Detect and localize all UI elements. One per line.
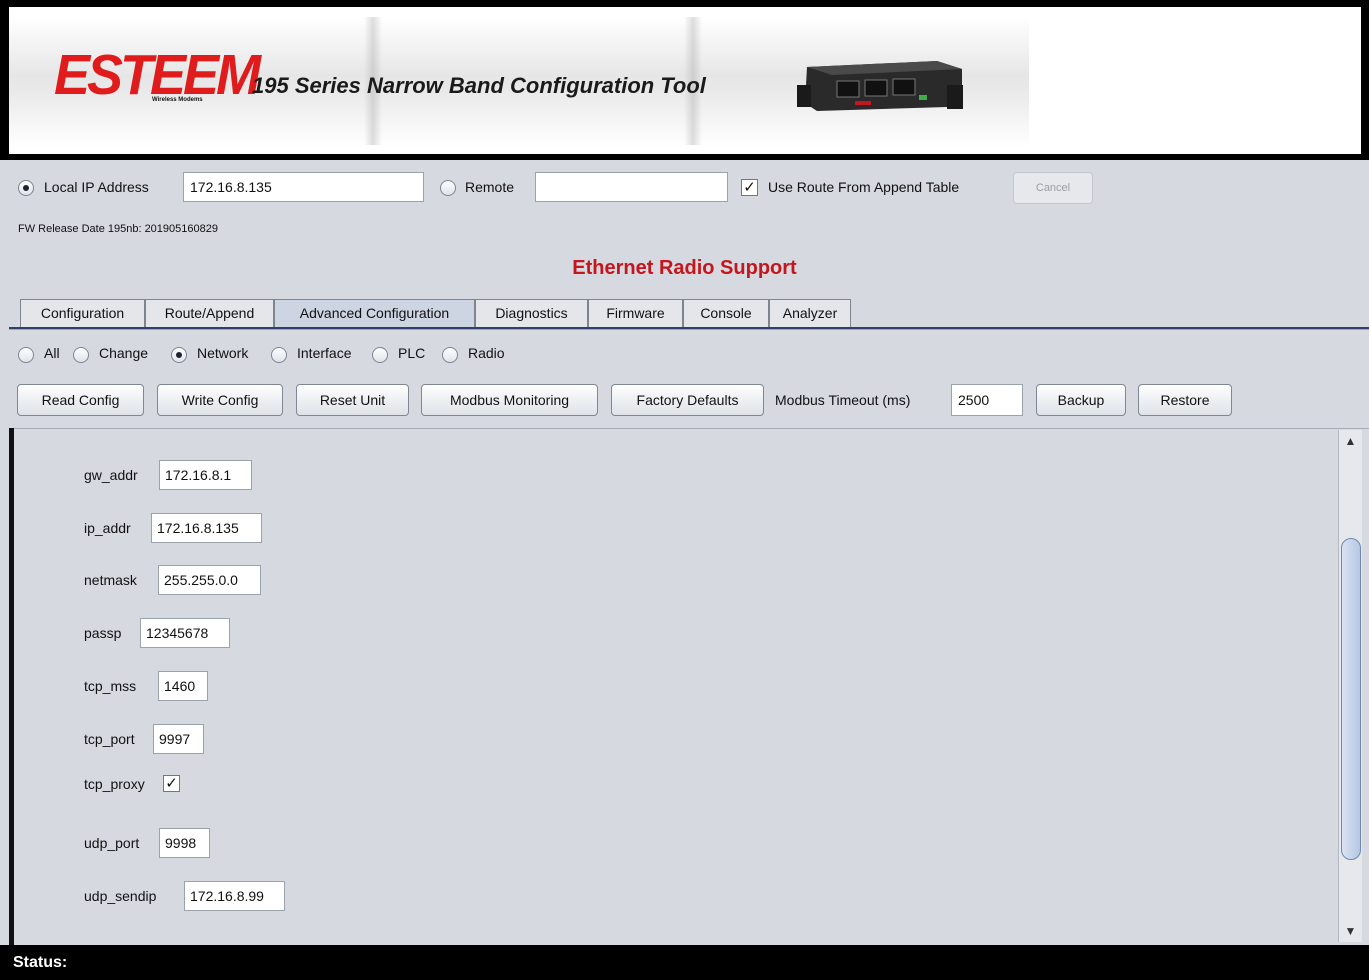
esteem-logo: ESTEEM Wireless Modems [54,43,261,111]
modem-device-image [797,61,963,111]
filter-radio-radio[interactable] [442,347,458,363]
remote-label: Remote [465,179,515,195]
logo-subtext: Wireless Modems [152,97,203,103]
modbus-timeout-label: Modbus Timeout (ms) [775,392,911,408]
logo-text: ESTEEM [54,43,261,107]
tab-console[interactable]: Console [683,299,769,327]
cancel-button[interactable]: Cancel [1013,172,1093,204]
reset-unit-button[interactable]: Reset Unit [296,384,409,416]
tcp-port-input[interactable]: 9997 [153,724,204,754]
filter-change-label: Change [99,345,149,361]
local-ip-radio[interactable] [18,180,34,196]
app-title: 195 Series Narrow Band Configuration Too… [252,73,706,98]
status-bar: Status: [0,945,1369,980]
tab-analyzer[interactable]: Analyzer [769,299,851,327]
udp-port-input[interactable]: 9998 [159,828,210,858]
vertical-scrollbar[interactable]: ▲ ▼ [1338,430,1362,942]
tcp-mss-input[interactable]: 1460 [158,671,208,701]
write-config-button[interactable]: Write Config [157,384,283,416]
banner: ESTEEM Wireless Modems 195 Series Narrow… [9,7,1361,154]
filter-interface-radio[interactable] [271,347,287,363]
ip-addr-input[interactable]: 172.16.8.135 [151,513,262,543]
tcp-mss-label: tcp_mss [84,678,137,694]
filter-plc-label: PLC [398,345,426,361]
restore-button[interactable]: Restore [1138,384,1232,416]
section-title: Ethernet Radio Support [572,257,797,279]
modbus-timeout-input[interactable]: 2500 [951,384,1023,416]
factory-defaults-button[interactable]: Factory Defaults [611,384,764,416]
udp-sendip-label: udp_sendip [84,888,157,904]
filter-all-radio[interactable] [18,347,34,363]
passp-label: passp [84,625,122,641]
filter-radio-label: Radio [468,345,505,361]
tcp-proxy-label: tcp_proxy [84,776,145,792]
ip-addr-label: ip_addr [84,520,131,536]
passp-input[interactable]: 12345678 [140,618,230,648]
parameter-panel [9,428,1369,945]
udp-port-label: udp_port [84,835,140,851]
panel-edge [9,428,14,945]
tab-diagnostics[interactable]: Diagnostics [475,299,588,327]
tab-underline [9,327,1369,330]
local-ip-input[interactable]: 172.16.8.135 [183,172,424,202]
filter-network-radio[interactable] [171,347,187,363]
scroll-thumb[interactable] [1341,538,1361,860]
backup-button[interactable]: Backup [1036,384,1126,416]
modbus-monitoring-button[interactable]: Modbus Monitoring [421,384,598,416]
status-label: Status: [13,954,68,971]
gw-addr-label: gw_addr [84,467,138,483]
filter-network-label: Network [197,345,249,361]
use-route-label: Use Route From Append Table [768,179,960,195]
remote-input[interactable] [535,172,728,202]
netmask-label: netmask [84,572,137,588]
tab-route-append[interactable]: Route/Append [145,299,274,327]
scroll-up-icon[interactable]: ▲ [1339,430,1362,452]
local-ip-label: Local IP Address [44,179,149,195]
read-config-button[interactable]: Read Config [17,384,144,416]
gw-addr-input[interactable]: 172.16.8.1 [159,460,252,490]
tcp-port-label: tcp_port [84,731,135,747]
netmask-input[interactable]: 255.255.0.0 [158,565,261,595]
tab-firmware[interactable]: Firmware [588,299,683,327]
fw-release-date: FW Release Date 195nb: 201905160829 [18,223,218,235]
filter-all-label: All [44,345,60,361]
remote-radio[interactable] [440,180,456,196]
udp-sendip-input[interactable]: 172.16.8.99 [184,881,285,911]
filter-interface-label: Interface [297,345,352,361]
filter-change-radio[interactable] [73,347,89,363]
tcp-proxy-checkbox[interactable]: ✓ [163,775,180,792]
tab-configuration[interactable]: Configuration [20,299,145,327]
filter-plc-radio[interactable] [372,347,388,363]
use-route-checkbox[interactable]: ✓ [741,179,758,196]
tab-advanced-configuration[interactable]: Advanced Configuration [274,299,475,328]
scroll-down-icon[interactable]: ▼ [1339,920,1362,942]
